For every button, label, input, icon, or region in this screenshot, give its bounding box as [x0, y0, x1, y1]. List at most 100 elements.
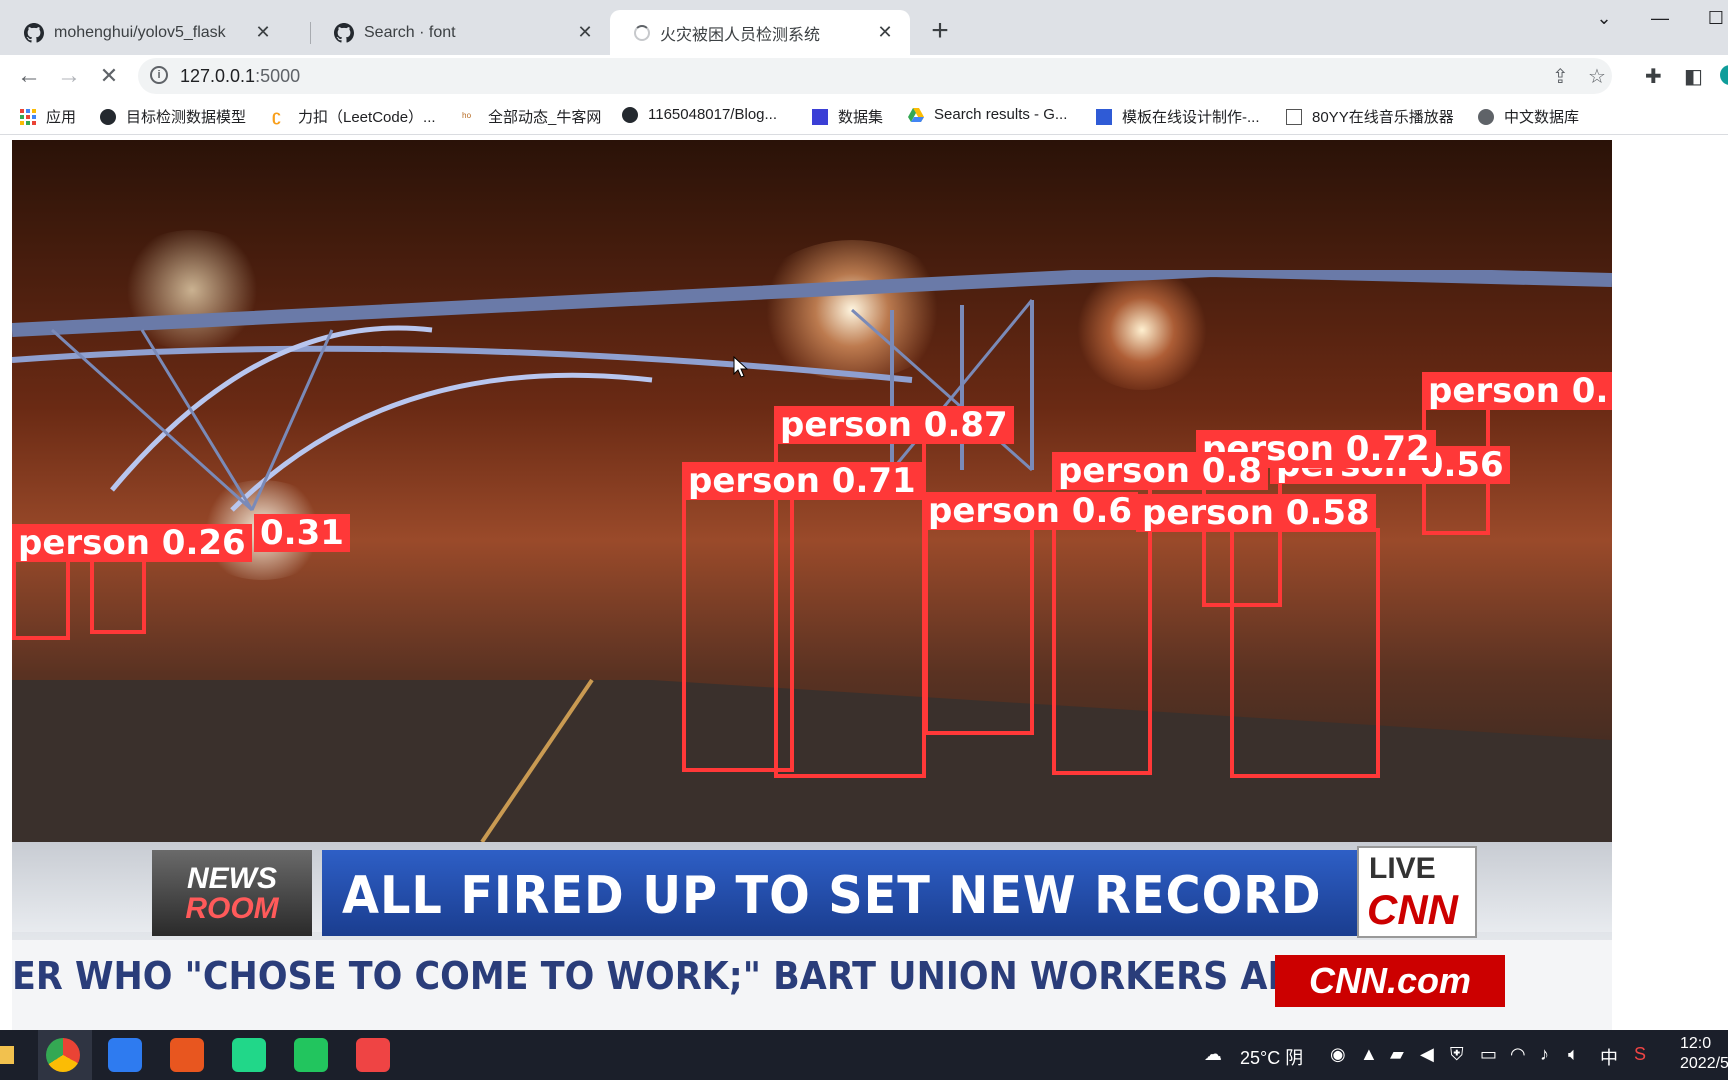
loading-spinner-icon: [634, 24, 650, 41]
dataset-icon: [812, 108, 828, 125]
bookmark-star-icon[interactable]: ☆: [1588, 64, 1606, 89]
battery-icon[interactable]: ▭: [1480, 1044, 1497, 1065]
headline-bar: ALL FIRED UP TO SET NEW RECORD: [322, 850, 1357, 936]
bookmark-nowcoder[interactable]: ʰᵒ 全部动态_牛客网: [462, 106, 601, 127]
detection-label: person 0.87: [774, 406, 1014, 444]
detection-box: [682, 496, 794, 772]
bookmark-apps[interactable]: 应用: [20, 106, 76, 127]
bookmark-label: 1165048017/Blog...: [648, 106, 778, 123]
news-headline: ALL FIRED UP TO SET NEW RECORD: [342, 866, 1322, 926]
maximize-icon[interactable]: ☐: [1696, 8, 1728, 32]
detection-label: person 0.26: [12, 524, 252, 562]
file-explorer-icon[interactable]: [0, 1046, 14, 1064]
newsroom-bottom: ROOM: [185, 892, 279, 925]
bookmark-leetcode[interactable]: ʗ 力扣（LeetCode）...: [272, 106, 436, 127]
detection-label: person 0.6: [922, 492, 1139, 530]
detection-label: person 0.71: [682, 462, 922, 500]
tab-yolov5-flask[interactable]: mohenghui/yolov5_flask ✕: [0, 10, 288, 55]
music-icon: [1286, 108, 1302, 125]
volume-icon[interactable]: 🔈︎: [1568, 1044, 1579, 1065]
close-icon[interactable]: ✕: [252, 22, 274, 43]
clock-date: 2022/5: [1680, 1055, 1728, 1072]
bookmark-github-models[interactable]: 目标检测数据模型: [100, 106, 246, 127]
detection-label: person 0.8: [1052, 452, 1269, 490]
leetcode-icon: ʗ: [272, 107, 281, 125]
browser-toolbar: ← → ✕ i 127.0.0.1:5000 ⇪ ☆ ✚ ◧: [0, 55, 1728, 97]
bookmark-google-drive[interactable]: Search results - G...: [908, 106, 1067, 123]
detection-label: person 0.58: [1136, 494, 1376, 532]
bookmark-music[interactable]: 80YY在线音乐播放器: [1286, 106, 1454, 127]
detection-label: person 0.: [1422, 372, 1612, 410]
tab-title: Search · font: [364, 23, 456, 41]
bookmark-label: 全部动态_牛客网: [488, 109, 602, 126]
github-icon: [24, 22, 44, 43]
tab-strip: mohenghui/yolov5_flask ✕ Search · font ✕…: [0, 0, 1728, 55]
stop-loading-icon[interactable]: ✕: [92, 59, 126, 93]
tab-title: mohenghui/yolov5_flask: [54, 23, 226, 41]
detection-box: [12, 556, 70, 640]
newsroom-top: NEWS: [187, 862, 277, 895]
detection-video-frame[interactable]: person 0. person 0.87 person 0.56 person…: [12, 140, 1612, 1030]
mouse-cursor-icon: [733, 356, 749, 378]
google-drive-icon: [908, 107, 924, 122]
tab-search-chevron-icon[interactable]: ⌄: [1584, 8, 1624, 32]
address-bar[interactable]: i 127.0.0.1:5000 ⇪ ☆: [138, 58, 1612, 94]
security-shield-icon[interactable]: ⛨: [1450, 1044, 1464, 1065]
microphone-icon[interactable]: ♪: [1540, 1044, 1549, 1065]
page-content: person 0. person 0.87 person 0.56 person…: [0, 135, 1728, 1030]
bookmark-label: 80YY在线音乐播放器: [1312, 109, 1454, 126]
github-icon: [334, 22, 354, 43]
site-info-icon[interactable]: i: [150, 66, 168, 84]
muted-speaker-icon[interactable]: ◀: [1420, 1044, 1434, 1065]
minimize-icon[interactable]: —: [1640, 8, 1680, 32]
bookmarks-bar: 应用 目标检测数据模型 ʗ 力扣（LeetCode）... ʰᵒ 全部动态_牛客…: [0, 97, 1728, 135]
url-host: 127.0.0.1: [180, 66, 256, 86]
tab-fire-detection[interactable]: 火灾被困人员检测系统 ✕: [610, 10, 910, 55]
slides-app-icon[interactable]: [170, 1038, 204, 1072]
bookmark-dataset[interactable]: 数据集: [812, 106, 883, 127]
tray-app-icon[interactable]: ▲: [1360, 1044, 1378, 1065]
tab-search-font[interactable]: Search · font ✕: [310, 10, 610, 55]
wifi-icon[interactable]: ◠: [1510, 1044, 1526, 1065]
close-icon[interactable]: ✕: [874, 22, 896, 43]
pycharm-icon[interactable]: [232, 1038, 266, 1072]
extensions-puzzle-icon[interactable]: ✚: [1645, 64, 1662, 89]
bookmark-label: 应用: [46, 109, 77, 126]
nowcoder-icon: ʰᵒ: [462, 109, 472, 124]
chrome-icon[interactable]: [46, 1038, 80, 1072]
address-url[interactable]: 127.0.0.1:5000: [180, 66, 300, 87]
input-method[interactable]: 中: [1600, 1044, 1618, 1070]
bookmark-label: Search results - G...: [934, 106, 1068, 123]
apps-grid-icon: [20, 108, 36, 125]
profile-avatar[interactable]: [1720, 65, 1728, 85]
bookmark-label: 力扣（LeetCode）...: [298, 109, 436, 126]
tab-title: 火灾被困人员检测系统: [660, 26, 821, 44]
new-tab-button[interactable]: +: [924, 16, 956, 48]
bookmark-label: 目标检测数据模型: [126, 109, 247, 126]
bookmark-label: 模板在线设计制作-...: [1122, 109, 1260, 126]
weather-status[interactable]: 25°C 阴: [1240, 1044, 1303, 1070]
cnn-site-badge: CNN.com: [1275, 955, 1505, 1007]
detection-label: 0.31: [254, 514, 350, 552]
weather-cloud-icon[interactable]: ☁: [1204, 1044, 1222, 1065]
share-icon[interactable]: ⇪: [1552, 64, 1569, 89]
close-icon[interactable]: ✕: [574, 22, 596, 43]
live-badge: LIVE CNN: [1357, 846, 1477, 938]
detection-box: [924, 525, 1034, 735]
clion-icon[interactable]: [294, 1038, 328, 1072]
code-app-icon[interactable]: [356, 1038, 390, 1072]
bookmark-template[interactable]: 模板在线设计制作-...: [1096, 106, 1260, 127]
bookmark-chinese-db[interactable]: 中文数据库: [1478, 106, 1579, 127]
system-clock[interactable]: 12:0 2022/5: [1680, 1034, 1728, 1074]
forward-arrow-icon[interactable]: →: [52, 59, 86, 93]
network-logo: CNN: [1367, 886, 1458, 933]
side-panel-icon[interactable]: ◧: [1684, 64, 1703, 89]
bookmark-blog[interactable]: 1165048017/Blog...: [622, 106, 777, 123]
detection-box: [1230, 528, 1380, 778]
back-arrow-icon[interactable]: ←: [12, 59, 46, 93]
nvidia-icon[interactable]: ▰: [1390, 1044, 1404, 1065]
url-port: :5000: [255, 66, 301, 86]
sogou-ime-icon[interactable]: S: [1634, 1044, 1646, 1065]
network-globe-icon[interactable]: ◉: [1330, 1044, 1346, 1065]
feishu-icon[interactable]: [108, 1038, 142, 1072]
